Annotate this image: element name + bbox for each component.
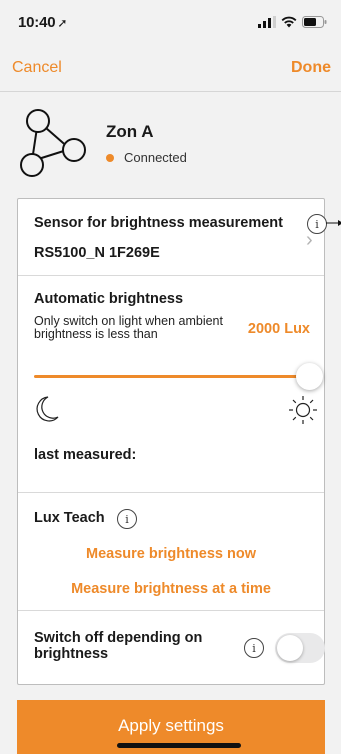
toggle-knob <box>277 635 303 661</box>
sensor-section[interactable]: Sensor for brightness measurement i › RS… <box>18 199 327 276</box>
status-time: 10:40 ➚ <box>18 14 67 31</box>
device-header: Zon A Connected <box>0 93 341 196</box>
sensor-title: Sensor for brightness measurement <box>34 215 283 231</box>
lux-teach-title: Lux Teach <box>34 510 105 526</box>
switch-off-label: Switch off depending on brightness <box>34 630 203 662</box>
status-dot-icon <box>106 153 114 162</box>
lux-threshold-value: 2000 Lux <box>247 321 310 337</box>
settings-card: Sensor for brightness measurement i › RS… <box>17 198 341 685</box>
moon-icon <box>36 396 59 422</box>
chevron-right-icon: › <box>306 229 313 251</box>
nav-bar: Cancel Done <box>0 44 341 92</box>
sun-icon <box>289 396 317 424</box>
lux-teach-section: Lux Teach i Measure brightness now Measu… <box>18 494 324 611</box>
info-icon[interactable]: i <box>244 638 264 658</box>
status-time-text: 10:40 <box>18 13 56 31</box>
zone-device-icon <box>20 109 86 177</box>
battery-icon <box>302 16 327 28</box>
done-button[interactable]: Done <box>291 59 331 77</box>
home-indicator[interactable] <box>117 743 241 748</box>
connection-status: Connected <box>106 150 187 165</box>
switch-off-toggle[interactable] <box>275 633 325 663</box>
automatic-brightness-title: Automatic brightness <box>34 291 184 307</box>
measure-at-time-button[interactable]: Measure brightness at a time <box>18 581 324 597</box>
info-icon[interactable]: i <box>117 509 137 529</box>
wifi-icon <box>281 16 297 28</box>
status-icons <box>258 16 327 28</box>
brightness-slider-thumb[interactable] <box>296 363 323 390</box>
cancel-button[interactable]: Cancel <box>12 59 62 77</box>
status-bar: 10:40 ➚ <box>0 0 341 44</box>
measure-now-button[interactable]: Measure brightness now <box>18 546 324 562</box>
last-measured-label: last measured: <box>34 447 137 463</box>
sensor-value: RS5100_N 1F269E <box>34 245 160 261</box>
connection-status-text: Connected <box>124 150 187 165</box>
device-name: Zon A <box>106 122 154 141</box>
automatic-brightness-section: Automatic brightness Only switch on ligh… <box>18 277 324 493</box>
location-arrow-icon: ➚ <box>57 15 68 30</box>
pointer-arrow-icon <box>326 220 341 226</box>
switch-off-section: Switch off depending on brightness i <box>18 612 325 684</box>
automatic-brightness-description: Only switch on light when ambient bright… <box>34 314 223 341</box>
brightness-slider-track[interactable] <box>34 375 310 378</box>
signal-icon <box>258 16 276 28</box>
